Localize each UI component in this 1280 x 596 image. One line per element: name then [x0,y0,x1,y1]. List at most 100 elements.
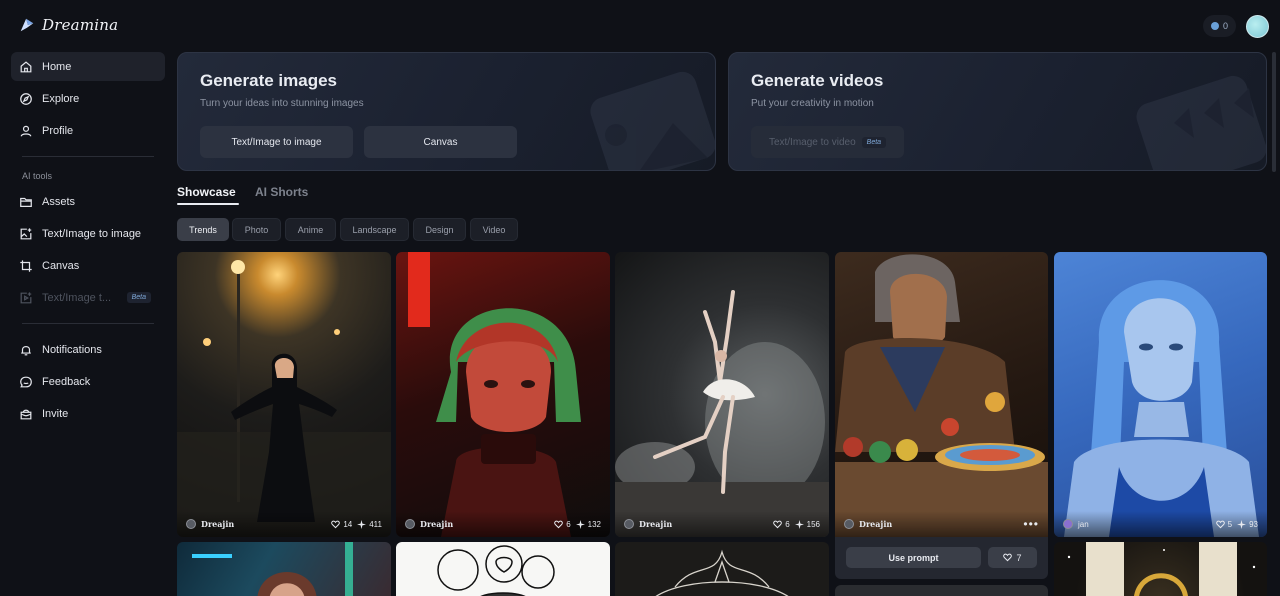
card-meta: Dreajin 14 411 [177,511,391,537]
like-button[interactable]: 7 [988,547,1037,568]
hero-title: Generate videos [751,71,884,90]
folder-icon [20,197,32,207]
sidebar-item-feedback[interactable]: Feedback [11,367,165,396]
sparkle-icon [357,519,367,529]
use-stat: 156 [794,519,820,529]
neon-portrait-artwork [192,542,353,596]
logo[interactable]: Dreamina [18,16,118,34]
filter-anime[interactable]: Anime [285,218,336,241]
text-image-to-video-button[interactable]: Text/Image to video Beta [751,126,904,158]
more-options-icon[interactable]: ••• [1023,517,1039,531]
crop-icon [20,259,32,272]
tab-showcase[interactable]: Showcase [177,185,236,199]
like-count: 6 [785,519,790,529]
like-count: 6 [566,519,571,529]
chat-icon [20,376,32,387]
heart-icon [331,520,341,528]
golden-mirror-artwork [1067,542,1256,596]
gallery-card[interactable] [615,542,829,596]
sidebar-divider [22,156,154,157]
filter-design[interactable]: Design [413,218,466,241]
button-label: Canvas [423,136,458,148]
user-avatar[interactable] [1246,15,1269,38]
sidebar-item-label: Assets [42,195,76,208]
hero-subtitle: Put your creativity in motion [751,98,874,109]
author-avatar [1063,519,1073,529]
author-avatar [844,519,854,529]
heart-icon [554,520,563,528]
author-avatar [624,519,634,529]
use-stat: 132 [575,519,601,529]
sidebar-item-label: Home [42,60,72,73]
beta-badge: Beta [126,292,151,303]
like-stat[interactable]: 5 [1215,520,1232,529]
author-name: Dreajin [859,519,893,529]
use-prompt-button[interactable]: Use prompt [846,547,981,568]
blue-portrait-artwork [1064,280,1259,537]
like-stat[interactable]: 6 [773,519,790,529]
canvas-button[interactable]: Canvas [364,126,517,158]
heart-icon [1003,553,1013,562]
compass-icon [20,92,32,105]
generate-videos-card: Generate videos Put your creativity in m… [728,52,1267,171]
sidebar-item-canvas[interactable]: Canvas [11,251,165,280]
gallery-card[interactable]: Dreajin 6 156 [615,252,829,537]
sparkle-icon [575,519,585,529]
use-stat: 411 [357,519,382,529]
filter-landscape[interactable]: Landscape [340,218,409,241]
sidebar: Dreamina Home Explore Profile AI tools A… [0,0,176,596]
author-avatar [405,519,415,529]
button-label: Text/Image to image [231,136,322,148]
sidebar-item-text-image-to-image[interactable]: Text/Image to image [11,219,165,248]
gallery-card[interactable]: Dreajin 6 132 [396,252,610,537]
card-meta: Dreajin 6 156 [615,511,829,537]
gallery-card[interactable] [396,542,610,596]
sparkle-icon [794,519,804,529]
tab-ai-shorts[interactable]: AI Shorts [255,185,308,199]
gallery-card[interactable] [835,585,1048,596]
artisan-artwork [835,254,1048,537]
gallery-card[interactable] [1054,542,1267,596]
sidebar-item-explore[interactable]: Explore [11,84,165,113]
sidebar-item-assets[interactable]: Assets [11,187,165,216]
sidebar-item-label: Invite [42,407,69,420]
card-meta: Dreajin 6 132 [396,511,610,537]
card-meta: Dreajin ••• [835,511,1048,537]
sidebar-divider [22,323,154,324]
user-icon [20,125,32,137]
gift-icon [20,409,32,419]
gallery-card[interactable]: Dreajin ••• [835,252,1048,537]
use-stat: 93 [1237,519,1258,529]
scrollbar[interactable] [1272,52,1276,172]
gallery-card[interactable] [177,542,391,596]
sidebar-item-text-image-to-video[interactable]: Text/Image t... Beta [11,283,165,312]
filter-photo[interactable]: Photo [232,218,281,241]
use-count: 411 [369,519,382,529]
credits-badge[interactable]: 0 [1203,15,1236,37]
sidebar-item-label: Text/Image to image [42,227,142,240]
hero-title: Generate images [200,71,338,90]
text-image-to-image-button[interactable]: Text/Image to image [200,126,353,158]
video-icon [20,291,32,303]
credits-count: 0 [1222,21,1228,31]
video-deco-icon [1136,75,1266,170]
use-count: 132 [587,519,601,529]
tab-active-indicator [177,203,239,205]
gallery-card[interactable]: Dreajin 14 411 [177,252,391,537]
heart-icon [1215,520,1225,528]
filter-video[interactable]: Video [470,218,518,241]
line-art-artwork [437,545,555,596]
dreamina-logo-icon [20,18,34,32]
author-name: Dreajin [639,519,673,529]
like-stat[interactable]: 6 [554,519,571,529]
sidebar-item-invite[interactable]: Invite [11,399,165,428]
app-name: Dreamina [42,16,119,34]
like-stat[interactable]: 14 [331,520,352,529]
sidebar-item-profile[interactable]: Profile [11,116,165,145]
filter-trends[interactable]: Trends [177,218,229,241]
sidebar-item-home[interactable]: Home [11,52,165,81]
gallery-card[interactable]: jan 5 93 [1054,252,1267,537]
sidebar-item-notifications[interactable]: Notifications [11,335,165,364]
ornament-artwork [655,549,789,596]
use-count: 156 [806,519,820,529]
